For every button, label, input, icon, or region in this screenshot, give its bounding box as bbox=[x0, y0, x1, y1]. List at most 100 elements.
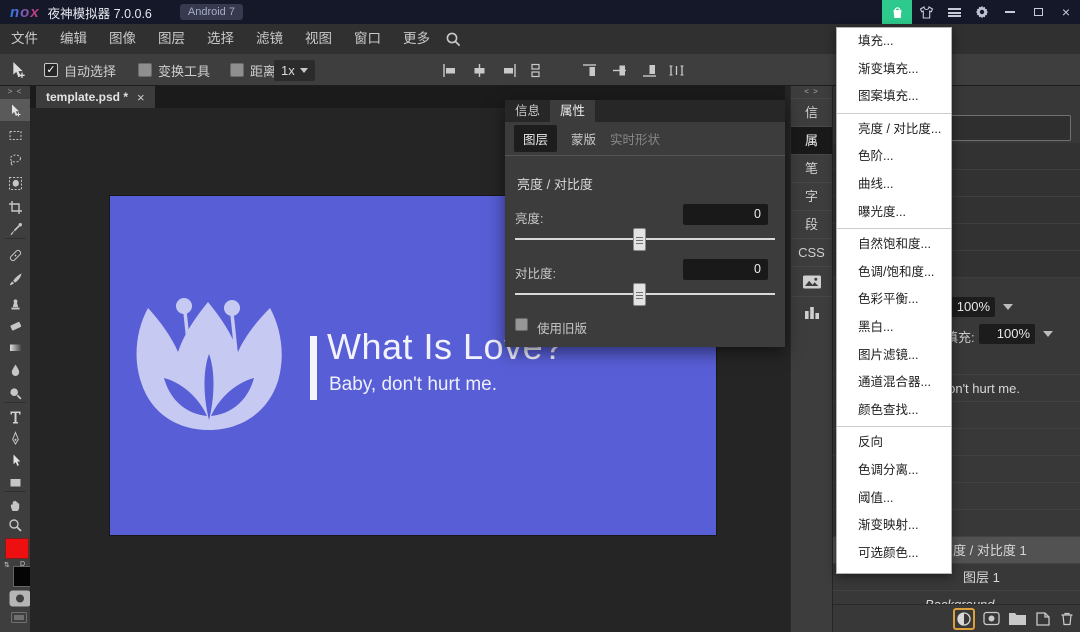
tool-rectangle[interactable] bbox=[0, 471, 30, 493]
align-top-icon[interactable] bbox=[581, 54, 598, 86]
strip-item-info[interactable]: 信 bbox=[791, 98, 832, 126]
menu-item-exposure[interactable]: 曝光度... bbox=[837, 199, 951, 227]
menu-layer[interactable]: 图层 bbox=[147, 24, 196, 54]
strip-item-histogram[interactable] bbox=[791, 296, 832, 326]
subtab-layer[interactable]: 图层 bbox=[514, 125, 557, 152]
align-bottom-icon[interactable] bbox=[641, 54, 658, 86]
tool-type[interactable] bbox=[0, 405, 30, 427]
tool-clone-stamp[interactable] bbox=[0, 292, 30, 314]
strip-item-properties[interactable]: 属 bbox=[791, 126, 832, 154]
menu-edit[interactable]: 编辑 bbox=[49, 24, 98, 54]
tool-zoom[interactable] bbox=[0, 514, 30, 536]
menu-filter[interactable]: 滤镜 bbox=[245, 24, 294, 54]
close-tab-icon[interactable]: × bbox=[137, 90, 145, 105]
app-store-button[interactable] bbox=[882, 0, 912, 24]
subtab-mask[interactable]: 蒙版 bbox=[571, 129, 596, 148]
search-icon[interactable] bbox=[445, 31, 462, 48]
tool-blur[interactable] bbox=[0, 359, 30, 381]
menu-item-black-white[interactable]: 黑白... bbox=[837, 314, 951, 342]
menu-item-levels[interactable]: 色阶... bbox=[837, 143, 951, 171]
tool-lasso[interactable] bbox=[0, 148, 30, 170]
menu-item-threshold[interactable]: 阈值... bbox=[837, 485, 951, 513]
align-right-icon[interactable] bbox=[501, 54, 518, 86]
align-left-icon[interactable] bbox=[441, 54, 458, 86]
strip-item-character[interactable]: 字 bbox=[791, 182, 832, 210]
menu-item-vibrance[interactable]: 自然饱和度... bbox=[837, 231, 951, 259]
tool-eyedropper[interactable] bbox=[0, 218, 30, 240]
strip-item-brush[interactable]: 笔 bbox=[791, 154, 832, 182]
menu-item-curves[interactable]: 曲线... bbox=[837, 171, 951, 199]
swap-colors-icon[interactable]: ⇅ bbox=[4, 561, 10, 569]
add-mask-button[interactable] bbox=[983, 611, 1000, 626]
transform-tool-option[interactable]: 变换工具 bbox=[138, 54, 210, 86]
transform-tool-checkbox[interactable] bbox=[138, 63, 152, 77]
contrast-value-field[interactable]: 0 bbox=[683, 259, 768, 280]
align-center-h-icon[interactable] bbox=[471, 54, 488, 86]
chevron-down-icon[interactable] bbox=[1003, 304, 1013, 310]
layer-row-background[interactable]: Background bbox=[833, 591, 1080, 604]
strip-item-image[interactable] bbox=[791, 266, 832, 296]
distribute-horizontal-icon[interactable] bbox=[668, 54, 685, 86]
menu-item-photo-filter[interactable]: 图片滤镜... bbox=[837, 342, 951, 370]
menu-button[interactable] bbox=[940, 0, 968, 24]
tool-quick-select[interactable] bbox=[0, 172, 30, 194]
tab-info[interactable]: 信息 bbox=[505, 100, 550, 122]
brightness-slider-handle[interactable] bbox=[633, 228, 646, 251]
subtab-live-shape[interactable]: 实时形状 bbox=[610, 129, 660, 148]
strip-item-css[interactable]: CSS bbox=[791, 238, 832, 266]
tool-pen[interactable] bbox=[0, 427, 30, 449]
minimize-button[interactable] bbox=[996, 0, 1024, 24]
new-adjustment-layer-button[interactable] bbox=[953, 608, 975, 630]
menu-item-color-lookup[interactable]: 颜色查找... bbox=[837, 397, 951, 425]
tool-hand[interactable] bbox=[0, 494, 30, 516]
tab-properties[interactable]: 属性 bbox=[550, 100, 595, 122]
distribute-vertical-icon[interactable] bbox=[527, 54, 544, 86]
zoom-level-dropdown[interactable]: 1x bbox=[274, 54, 315, 86]
tool-eraser[interactable] bbox=[0, 314, 30, 336]
tool-gradient[interactable] bbox=[0, 336, 30, 358]
document-tab[interactable]: template.psd * × bbox=[36, 86, 155, 108]
fill-value-field[interactable]: 100% bbox=[979, 324, 1035, 344]
tool-dodge[interactable] bbox=[0, 382, 30, 404]
menu-item-invert[interactable]: 反向 bbox=[837, 429, 951, 457]
palette-collapse-control[interactable]: > < bbox=[0, 86, 30, 98]
brightness-value-field[interactable]: 0 bbox=[683, 204, 768, 225]
tool-brush[interactable] bbox=[0, 268, 30, 290]
new-group-button[interactable] bbox=[1008, 612, 1027, 626]
distance-option[interactable]: 距离 bbox=[230, 54, 276, 86]
strip-collapse-control[interactable]: < > bbox=[791, 86, 832, 98]
foreground-color-swatch[interactable] bbox=[5, 538, 29, 559]
quick-mask-icon[interactable] bbox=[9, 590, 31, 607]
chevron-down-icon[interactable] bbox=[1043, 331, 1053, 337]
menu-view[interactable]: 视图 bbox=[294, 24, 343, 54]
delete-layer-button[interactable] bbox=[1059, 611, 1075, 627]
menu-item-gradient-map[interactable]: 渐变映射... bbox=[837, 512, 951, 540]
menu-item-fill[interactable]: 填充... bbox=[837, 28, 951, 56]
menu-more[interactable]: 更多 bbox=[392, 24, 441, 54]
menu-item-gradient-fill[interactable]: 渐变填充... bbox=[837, 56, 951, 84]
menu-item-selective-color[interactable]: 可选颜色... bbox=[837, 540, 951, 568]
menu-item-hue-saturation[interactable]: 色调/饱和度... bbox=[837, 259, 951, 287]
tool-spot-heal[interactable] bbox=[0, 244, 30, 266]
menu-item-posterize[interactable]: 色调分离... bbox=[837, 457, 951, 485]
tool-rect-marquee[interactable] bbox=[0, 124, 30, 146]
strip-item-paragraph[interactable]: 段 bbox=[791, 210, 832, 238]
new-layer-button[interactable] bbox=[1035, 611, 1051, 627]
auto-select-checkbox[interactable]: ✓ bbox=[44, 63, 58, 77]
menu-image[interactable]: 图像 bbox=[98, 24, 147, 54]
theme-button[interactable] bbox=[912, 0, 940, 24]
menu-item-color-balance[interactable]: 色彩平衡... bbox=[837, 286, 951, 314]
menu-item-pattern-fill[interactable]: 图案填充... bbox=[837, 83, 951, 111]
maximize-button[interactable] bbox=[1024, 0, 1052, 24]
align-middle-v-icon[interactable] bbox=[611, 54, 628, 86]
settings-button[interactable] bbox=[968, 0, 996, 24]
menu-item-brightness-contrast[interactable]: 亮度 / 对比度... bbox=[837, 116, 951, 144]
tool-path-select[interactable] bbox=[0, 449, 30, 471]
menu-file[interactable]: 文件 bbox=[0, 24, 49, 54]
screen-mode-icon[interactable] bbox=[11, 612, 27, 623]
close-button[interactable]: × bbox=[1052, 0, 1080, 24]
menu-select[interactable]: 选择 bbox=[196, 24, 245, 54]
distance-checkbox[interactable] bbox=[230, 63, 244, 77]
tool-crop[interactable] bbox=[0, 196, 30, 218]
auto-select-option[interactable]: ✓ 自动选择 bbox=[44, 54, 116, 86]
